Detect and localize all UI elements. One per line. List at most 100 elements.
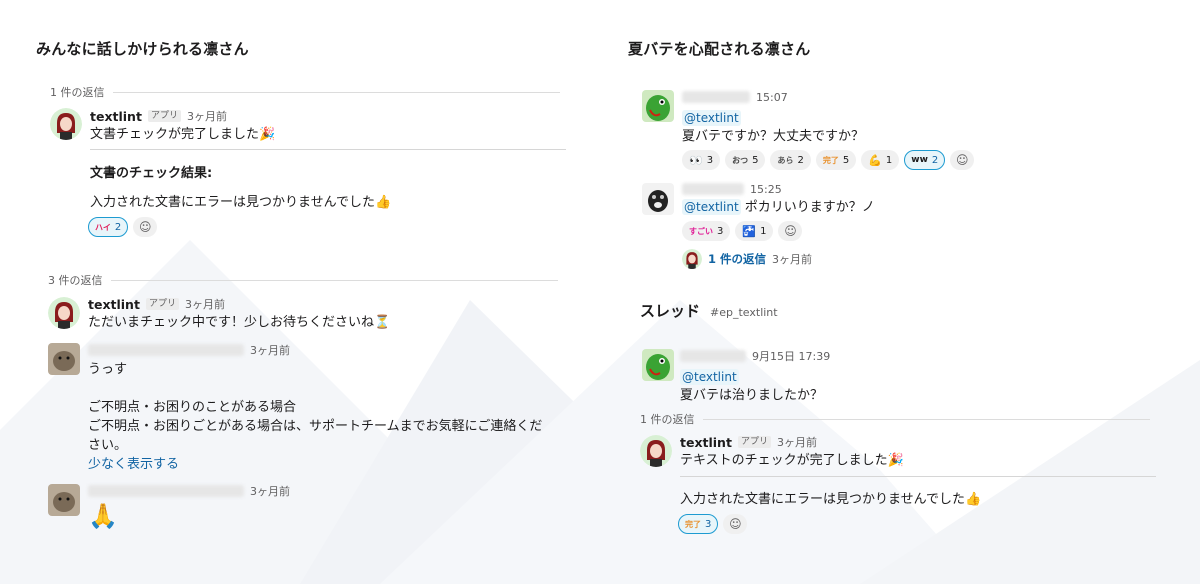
reaction[interactable]: すごい 3 — [682, 221, 731, 241]
avatar[interactable] — [642, 90, 674, 122]
thread-replies-link[interactable]: 1 件の返信 3ヶ月前 — [682, 249, 1182, 269]
sender-name[interactable]: textlint — [90, 109, 142, 124]
mention[interactable]: @textlint — [680, 369, 739, 385]
reaction[interactable]: 完了 3 — [678, 514, 719, 534]
thread-divider: 1 件の返信 — [50, 84, 560, 100]
hourglass-emoji: ⏳ — [374, 315, 391, 330]
result-text: 入力された文書にエラーは見つかりませんでした👍 — [90, 193, 391, 212]
reaction-count: 3 — [705, 518, 712, 530]
message-text: ただいまチェック中です！少しお待ちくださいね⏳ — [88, 313, 568, 332]
pray-emoji: 🙏 — [88, 502, 118, 530]
reply-count-label: 1 件の返信 — [640, 413, 695, 426]
avatar[interactable] — [642, 183, 674, 215]
message-body: テキストのチェックが完了しました — [680, 453, 888, 468]
avatar[interactable] — [50, 108, 82, 140]
timestamp[interactable]: 3ヶ月前 — [250, 342, 290, 358]
reply-count[interactable]: 1 件の返信 — [708, 251, 766, 267]
timestamp[interactable]: 3ヶ月前 — [185, 296, 225, 312]
reaction-count: 5 — [752, 154, 759, 166]
show-less-link[interactable]: 少なく表示する — [88, 455, 568, 474]
timestamp[interactable]: 15:07 — [756, 91, 788, 104]
reaction[interactable]: 🚰 1 — [735, 221, 774, 241]
timestamp[interactable]: 3ヶ月前 — [187, 108, 227, 124]
smiley-plus-icon: ☺ — [138, 220, 152, 234]
reaction[interactable]: ハイ 2 — [88, 217, 129, 237]
message: 9月15日 17:39 @textlint 夏バテは治りましたか？ — [680, 348, 1180, 405]
avatar — [682, 249, 702, 269]
reaction-count: 1 — [760, 225, 767, 237]
reaction[interactable]: 👀 3 — [682, 150, 721, 170]
reaction[interactable]: おつ 5 — [725, 150, 766, 170]
message: textlint アプリ 3ヶ月前 文書チェックが完了しました🎉 — [90, 108, 570, 144]
reaction-bar: 完了 3 ☺ — [678, 514, 748, 534]
channel-name[interactable]: #ep_textlint — [710, 306, 778, 319]
reaction-bar: ハイ 2 ☺ — [88, 217, 158, 237]
result-text: 入力された文書にエラーは見つかりませんでした👍 — [680, 490, 981, 509]
result-body: 入力された文書にエラーは見つかりませんでした — [680, 492, 965, 507]
mention[interactable]: @textlint — [682, 199, 741, 215]
reaction-count: 5 — [842, 154, 850, 166]
thumbs-up-emoji: 👍 — [964, 492, 982, 507]
thread-title: スレッド — [640, 302, 701, 320]
timestamp[interactable]: 15:25 — [750, 183, 782, 196]
smiley-plus-icon: ☺ — [956, 153, 969, 167]
message-text: うっす — [88, 362, 128, 377]
message-body: ただいまチェック中です！少しお待ちくださいね — [88, 315, 375, 330]
message-text: 夏バテは治りましたか？ — [680, 388, 824, 403]
reply-count-label: 3 件の返信 — [48, 274, 103, 287]
avatar[interactable] — [642, 349, 674, 381]
add-reaction-button[interactable]: ☺ — [950, 150, 975, 170]
timestamp[interactable]: 9月15日 17:39 — [752, 348, 830, 364]
message: 3ヶ月前 🙏 — [88, 483, 568, 531]
thread-header: スレッド #ep_textlint — [640, 300, 778, 321]
thumbs-up-emoji: 👍 — [374, 195, 392, 210]
thread-divider: 1 件の返信 — [640, 411, 1150, 427]
avatar[interactable] — [640, 435, 672, 467]
avatar[interactable] — [48, 343, 80, 375]
sender-name[interactable]: textlint — [88, 297, 140, 312]
result-body: 入力された文書にエラーは見つかりませんでした — [90, 195, 375, 210]
add-reaction-button[interactable]: ☺ — [723, 514, 748, 534]
timestamp: 3ヶ月前 — [772, 253, 813, 266]
sender-name[interactable] — [88, 344, 244, 356]
message: textlint アプリ 3ヶ月前 ただいまチェック中です！少しお待ちくださいね… — [88, 296, 568, 332]
message-text: 文書チェックが完了しました🎉 — [90, 125, 570, 144]
attachment-separator — [90, 149, 566, 150]
reaction[interactable]: 💪 1 — [861, 150, 900, 170]
app-badge: アプリ — [145, 298, 179, 310]
attachment-separator — [680, 476, 1156, 477]
mention[interactable]: @textlint — [682, 110, 741, 126]
reaction-count: 3 — [706, 154, 714, 166]
avatar[interactable] — [48, 484, 80, 516]
message-text: ご不明点・お困りごとがある場合は、サポートチームまでお気軽にご連絡くだ — [88, 419, 543, 434]
app-badge: アプリ — [737, 436, 771, 448]
message: textlint アプリ 3ヶ月前 テキストのチェックが完了しました🎉 — [680, 434, 1180, 470]
message-body: 文書チェックが完了しました — [90, 127, 260, 142]
reaction-emoji: 🚰 — [742, 224, 757, 238]
message-text: さい。 — [88, 438, 128, 453]
smiley-plus-icon: ☺ — [784, 224, 797, 238]
avatar[interactable] — [48, 297, 80, 329]
sender-name[interactable] — [88, 485, 244, 497]
reaction[interactable]: ww 2 — [904, 150, 946, 170]
sender-name[interactable] — [682, 91, 750, 103]
reaction-emoji: すごい — [689, 226, 713, 236]
timestamp[interactable]: 3ヶ月前 — [777, 434, 817, 450]
reaction-count: 3 — [717, 225, 724, 237]
add-reaction-button[interactable]: ☺ — [133, 217, 158, 237]
reaction-count: 2 — [114, 221, 122, 233]
reaction-emoji: 💪 — [868, 153, 882, 167]
reaction-count: 1 — [885, 154, 893, 166]
sender-name[interactable]: textlint — [680, 435, 732, 450]
sender-name[interactable] — [680, 350, 746, 362]
sender-name[interactable] — [682, 183, 744, 195]
reaction[interactable]: あら 2 — [770, 150, 811, 170]
reaction[interactable]: 完了 5 — [815, 150, 857, 170]
reaction-emoji: 👀 — [689, 153, 703, 167]
smiley-plus-icon: ☺ — [729, 517, 742, 531]
app-badge: アプリ — [147, 110, 181, 122]
timestamp[interactable]: 3ヶ月前 — [250, 483, 290, 499]
reply-count-label: 1 件の返信 — [50, 86, 105, 99]
add-reaction-button[interactable]: ☺ — [778, 221, 803, 241]
message-body: ポカリいりますか？ノ — [740, 200, 875, 215]
